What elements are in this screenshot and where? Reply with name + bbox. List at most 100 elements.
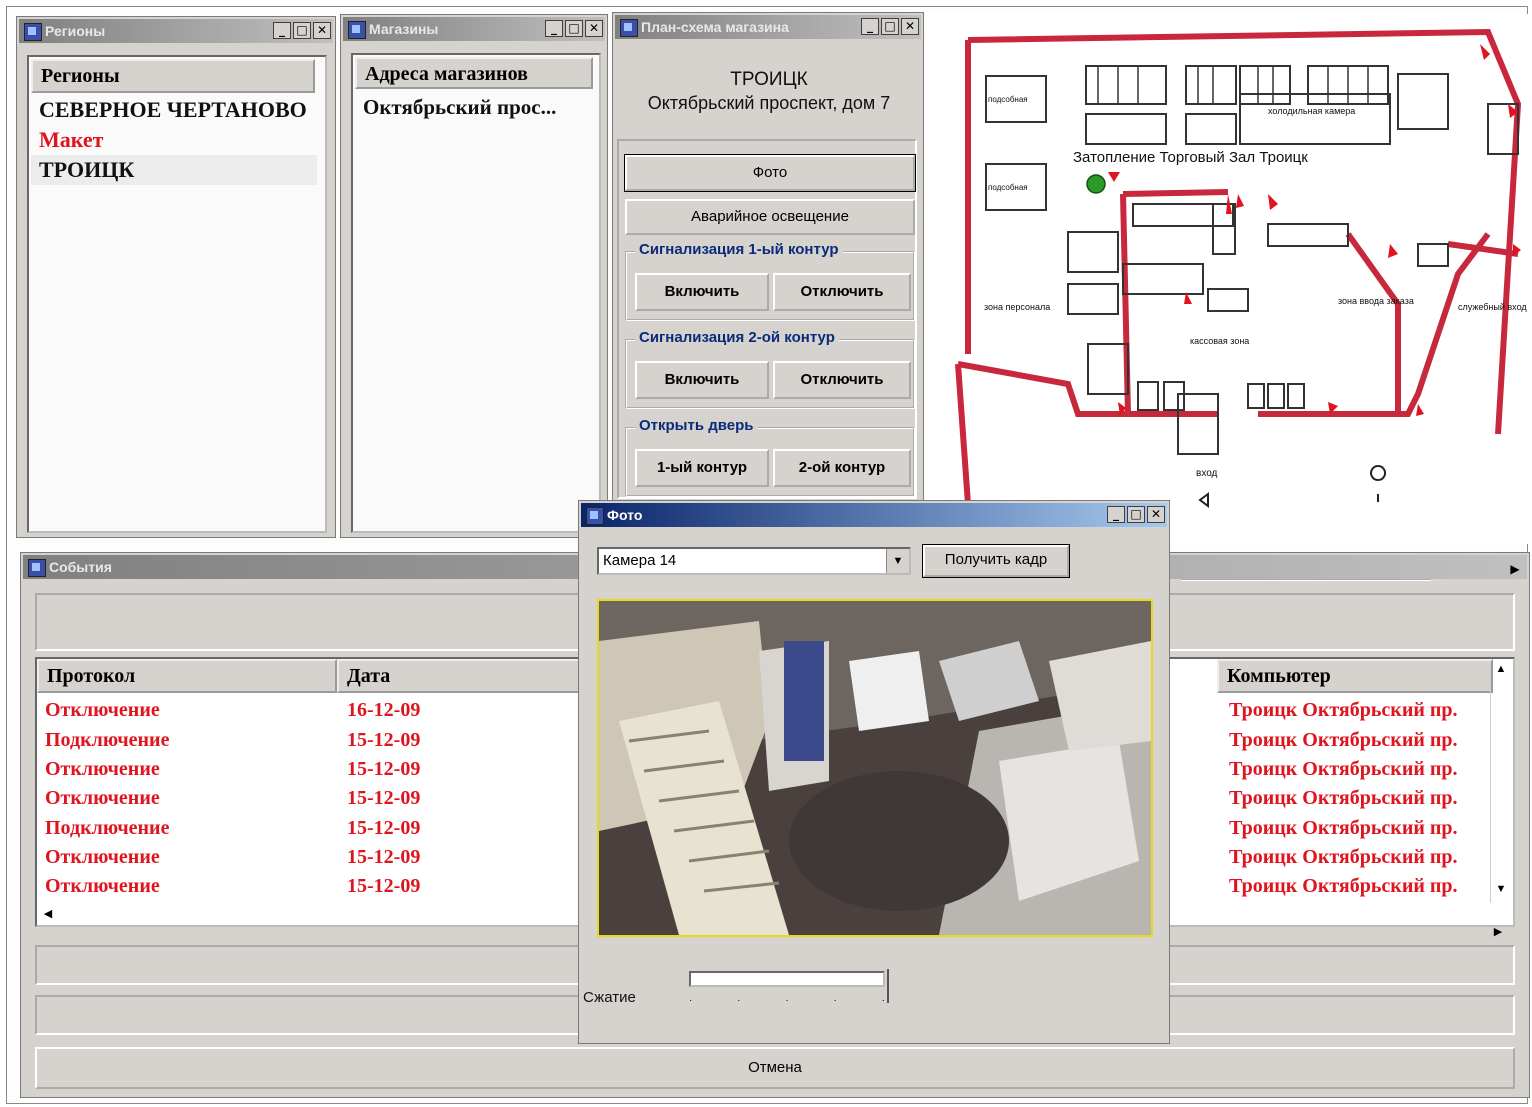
col-computer[interactable]: Компьютер: [1217, 659, 1493, 693]
region-item-chertanovo[interactable]: СЕВЕРНОЕ ЧЕРТАНОВО: [39, 97, 307, 123]
events-horizontal-scroll-top[interactable]: [1181, 559, 1431, 581]
region-item-troitsk[interactable]: ТРОИЦК: [39, 157, 134, 183]
open-door-group: Открыть дверь 1-ый контур 2-ой контур: [625, 417, 915, 497]
plan-label-entrance: вход: [1196, 468, 1218, 479]
app-icon: [586, 507, 604, 525]
compression-slider[interactable]: · · · · ·: [689, 969, 889, 1006]
row-computer: Троицк Октябрьский пр.: [1229, 875, 1458, 897]
stores-list[interactable]: Адреса магазинов Октябрьский прос...: [351, 53, 601, 533]
region-item-maket[interactable]: Макет: [39, 127, 103, 153]
door-contour2-button[interactable]: 2-ой контур: [773, 449, 911, 487]
app-icon: [348, 21, 366, 39]
plan-label-zone-left: зона персонала: [984, 302, 1050, 312]
close-icon[interactable]: ✕: [585, 20, 603, 37]
events-title: События: [49, 559, 112, 575]
regions-list[interactable]: Регионы СЕВЕРНОЕ ЧЕРТАНОВО Макет ТРОИЦК: [27, 55, 327, 533]
row-protocol: Подключение: [45, 729, 170, 751]
slider-track[interactable]: [689, 971, 885, 987]
maximize-icon[interactable]: □: [881, 18, 899, 35]
minimize-icon[interactable]: _: [861, 18, 879, 35]
floor-plan-drawing: Затопление Торговый Зал Троицк вход служ…: [955, 28, 1527, 508]
plan-label-util: подсобная: [988, 183, 1028, 192]
camera-select[interactable]: Камера 14 ▼: [597, 547, 911, 575]
plan-label-cashier: кассовая зона: [1190, 336, 1249, 346]
row-date: 16-12-09: [347, 699, 421, 721]
get-frame-button[interactable]: Получить кадр: [922, 544, 1070, 578]
app-icon: [24, 23, 42, 41]
row-computer: Троицк Октябрьский пр.: [1229, 817, 1458, 839]
maximize-icon[interactable]: □: [1127, 506, 1145, 523]
row-protocol: Отключение: [45, 875, 160, 897]
row-computer: Троицк Октябрьский пр.: [1229, 846, 1458, 868]
photo-title: Фото: [607, 507, 643, 523]
stores-window: Магазины _ □ ✕ Адреса магазинов Октябрьс…: [340, 14, 608, 538]
photo-button[interactable]: Фото: [624, 154, 916, 192]
regions-header[interactable]: Регионы: [31, 59, 315, 93]
close-icon[interactable]: ✕: [313, 22, 331, 39]
compression-label: Сжатие: [583, 989, 636, 1006]
plan-label-hall: Затопление Торговый Зал Троицк: [1073, 149, 1308, 166]
store-item-oktyabrsky[interactable]: Октябрьский прос...: [363, 95, 556, 120]
minimize-icon[interactable]: _: [273, 22, 291, 39]
vertical-scrollbar[interactable]: ▲ ▼: [1490, 663, 1511, 903]
scroll-down-icon[interactable]: ▼: [1491, 883, 1511, 903]
scroll-right-icon[interactable]: ▶: [1505, 559, 1525, 579]
alarm2-on-button[interactable]: Включить: [635, 361, 769, 399]
chevron-down-icon[interactable]: ▼: [886, 549, 909, 573]
plan-city: ТРОИЦК: [730, 69, 808, 90]
plan-label-zone-right: зона ввода заказа: [1338, 296, 1414, 306]
alarm1-on-button[interactable]: Включить: [635, 273, 769, 311]
col-date[interactable]: Дата: [337, 659, 587, 693]
plan-address: Октябрьский проспект, дом 7: [647, 93, 891, 113]
regions-window: Регионы _ □ ✕ Регионы СЕВЕРНОЕ ЧЕРТАНОВО…: [16, 16, 336, 538]
alarm-group-1-title: Сигнализация 1-ый контур: [635, 241, 843, 258]
row-date: 15-12-09: [347, 729, 421, 751]
col-protocol[interactable]: Протокол: [37, 659, 337, 693]
alarm-group-1: Сигнализация 1-ый контур Включить Отключ…: [625, 241, 915, 321]
stores-titlebar[interactable]: Магазины _ □ ✕: [343, 17, 605, 41]
row-date: 15-12-09: [347, 875, 421, 897]
maximize-icon[interactable]: □: [565, 20, 583, 37]
alarm1-off-button[interactable]: Отключить: [773, 273, 911, 311]
photo-window: Фото _ □ ✕ Камера 14 ▼ Получить кадр Сжа…: [578, 500, 1170, 1044]
camera-select-value: Камера 14: [603, 552, 677, 569]
plan-title: План-схема магазина: [641, 19, 789, 35]
scroll-left-icon[interactable]: ◀: [39, 905, 57, 923]
app-icon: [28, 559, 46, 577]
alarm2-off-button[interactable]: Отключить: [773, 361, 911, 399]
plan-label-room2: подсобная: [988, 95, 1028, 104]
scroll-up-icon[interactable]: ▲: [1491, 663, 1511, 683]
stores-header[interactable]: Адреса магазинов: [355, 57, 593, 89]
emergency-light-button[interactable]: Аварийное освещение: [625, 199, 915, 235]
app-icon: [620, 19, 638, 37]
scroll-right-bottom-icon[interactable]: ▶: [1489, 923, 1507, 941]
regions-title: Регионы: [45, 23, 106, 39]
row-protocol: Отключение: [45, 758, 160, 780]
plan-label-room-top: холодильная камера: [1268, 106, 1355, 116]
row-computer: Троицк Октябрьский пр.: [1229, 729, 1458, 751]
minimize-icon[interactable]: _: [545, 20, 563, 37]
plan-window: План-схема магазина _ □ ✕ ТРОИЦК Октябрь…: [612, 12, 924, 502]
row-computer: Троицк Октябрьский пр.: [1229, 699, 1458, 721]
row-date: 15-12-09: [347, 787, 421, 809]
row-protocol: Отключение: [45, 846, 160, 868]
plan-titlebar[interactable]: План-схема магазина _ □ ✕: [615, 15, 921, 39]
regions-titlebar[interactable]: Регионы _ □ ✕: [19, 19, 333, 43]
camera-marker-icon[interactable]: [1086, 174, 1106, 194]
close-icon[interactable]: ✕: [1147, 506, 1165, 523]
stores-title: Магазины: [369, 21, 439, 37]
row-protocol: Отключение: [45, 699, 160, 721]
row-protocol: Отключение: [45, 787, 160, 809]
door-contour1-button[interactable]: 1-ый контур: [635, 449, 769, 487]
minimize-icon[interactable]: _: [1107, 506, 1125, 523]
row-date: 15-12-09: [347, 817, 421, 839]
row-computer: Троицк Октябрьский пр.: [1229, 758, 1458, 780]
controls-panel: Фото Аварийное освещение Сигнализация 1-…: [617, 139, 917, 499]
alarm-group-2-title: Сигнализация 2-ой контур: [635, 329, 839, 346]
photo-titlebar[interactable]: Фото _ □ ✕: [581, 503, 1167, 527]
floor-plan[interactable]: Затопление Торговый Зал Троицк вход служ…: [928, 14, 1528, 544]
cancel-button[interactable]: Отмена: [35, 1047, 1515, 1089]
camera-image: [597, 599, 1153, 937]
maximize-icon[interactable]: □: [293, 22, 311, 39]
close-icon[interactable]: ✕: [901, 18, 919, 35]
